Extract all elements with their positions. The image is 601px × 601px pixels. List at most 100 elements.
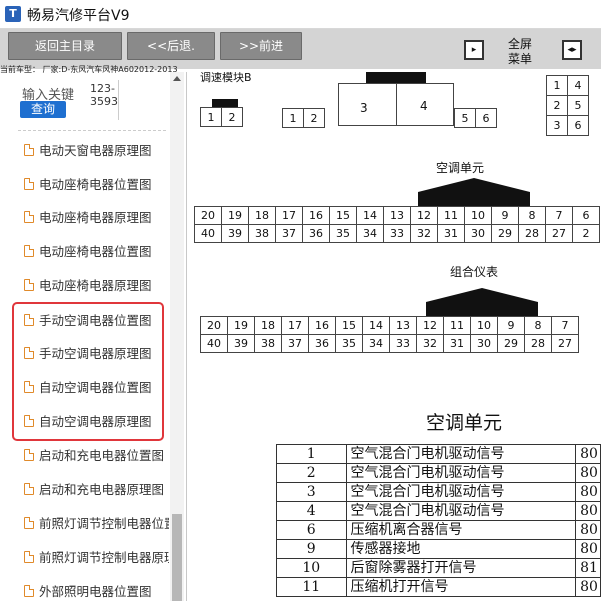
wire-code: 80 bbox=[575, 501, 601, 521]
code-list: 123- 3593 bbox=[90, 82, 118, 108]
pin-cell: 40 bbox=[194, 224, 222, 243]
pin-cell: 18 bbox=[254, 316, 282, 335]
pin-cell: 28 bbox=[518, 224, 546, 243]
pin-description: 压缩机打开信号 bbox=[345, 577, 577, 597]
pin-cell: 28 bbox=[524, 334, 552, 353]
pin-description: 压缩机离合器信号 bbox=[345, 520, 577, 540]
pin-description: 空气混合门电机驱动信号 bbox=[345, 444, 577, 464]
forward-button[interactable]: >>前进 bbox=[220, 32, 302, 60]
connector-small: 1 2 bbox=[200, 107, 243, 127]
sidebar-item[interactable]: 电动天窗电器原理图 bbox=[24, 142, 169, 160]
pin-cell: 7 bbox=[545, 206, 573, 225]
sidebar-item[interactable]: 前照灯调节控制电器原理图 bbox=[24, 549, 169, 567]
pin-description: 后窗除雾器打开信号 bbox=[345, 558, 577, 578]
pin-cell: 34 bbox=[362, 334, 390, 353]
divider bbox=[396, 83, 397, 126]
connector-left-pins: 1 2 bbox=[282, 108, 325, 128]
fullscreen-label: 全屏 bbox=[507, 37, 532, 51]
fullscreen-button[interactable]: ◂▸ bbox=[562, 40, 582, 60]
pin-number: 3 bbox=[276, 482, 347, 502]
pin-cell: 39 bbox=[221, 224, 249, 243]
sidebar-item-label: 电动座椅电器原理图 bbox=[39, 278, 152, 293]
wire-code: 80 bbox=[575, 577, 601, 597]
pin-cell: 17 bbox=[275, 206, 303, 225]
pin-number: 6 bbox=[276, 520, 347, 540]
connector-title: 空调单元 bbox=[436, 161, 485, 175]
title-bar: T 畅易汽修平台V9 bbox=[0, 0, 601, 29]
scroll-up-arrow-icon[interactable] bbox=[173, 76, 181, 81]
sidebar: 输入关键 查询 123- 3593 电动天窗电器原理图 电动座椅电器位置图 电动… bbox=[0, 72, 187, 601]
pin-label: 4 bbox=[420, 99, 428, 113]
pin-cell: 19 bbox=[221, 206, 249, 225]
table-row: 6 压缩机离合器信号 80 bbox=[276, 520, 601, 540]
connector-right-pins: 5 6 bbox=[454, 108, 497, 128]
table-row: 3 空气混合门电机驱动信号 80 bbox=[276, 482, 601, 502]
search-button[interactable]: 查询 bbox=[20, 101, 66, 118]
document-icon bbox=[24, 279, 34, 291]
pin-cell: 37 bbox=[281, 334, 309, 353]
sidebar-item-label: 电动座椅电器位置图 bbox=[39, 177, 152, 192]
pin-cell: 15 bbox=[329, 206, 357, 225]
pin-cell: 8 bbox=[524, 316, 552, 335]
pin-cell: 32 bbox=[416, 334, 444, 353]
table-title: 空调单元 bbox=[426, 412, 503, 434]
pin-cell: 35 bbox=[329, 224, 357, 243]
sidebar-item[interactable]: 电动座椅电器位置图 bbox=[24, 176, 169, 194]
document-icon bbox=[24, 245, 34, 257]
toolbar: 返回主目录 <<后退. >>前进 ▸ 全屏 菜单 ◂▸ bbox=[0, 29, 601, 69]
pin-cell: 14 bbox=[356, 206, 384, 225]
pin-cell: 29 bbox=[491, 224, 519, 243]
back-button[interactable]: <<后退. bbox=[127, 32, 215, 60]
wire-code: 80 bbox=[575, 539, 601, 559]
pin-cell: 10 bbox=[464, 206, 492, 225]
pin-cell: 32 bbox=[410, 224, 438, 243]
sidebar-item[interactable]: 前照灯调节控制电器位置图 bbox=[24, 515, 169, 533]
pin-label: 3 bbox=[360, 101, 368, 115]
pin-number: 2 bbox=[276, 463, 347, 483]
pin-cell: 18 bbox=[248, 206, 276, 225]
sidebar-item[interactable]: 启动和充电电器原理图 bbox=[24, 481, 169, 499]
document-viewer[interactable]: 调速模块B 1 2 3 4 1 2 5 6 14 25 36 空调单元 20 1… bbox=[190, 72, 601, 601]
pin-cell: 8 bbox=[518, 206, 546, 225]
sidebar-item[interactable]: 电动座椅电器位置图 bbox=[24, 243, 169, 261]
sidebar-item[interactable]: 电动座椅电器原理图 bbox=[24, 209, 169, 227]
sidebar-item-label: 电动天窗电器原理图 bbox=[39, 143, 152, 158]
highlight-box bbox=[12, 302, 164, 441]
collapse-panel-button[interactable]: ▸ bbox=[464, 40, 484, 60]
document-icon bbox=[24, 144, 34, 156]
pin-cell: 4 bbox=[567, 75, 589, 96]
pin-cell: 2 bbox=[303, 108, 325, 128]
table-row: 9 传感器接地 80 bbox=[276, 539, 601, 559]
pin-cell: 1 bbox=[282, 108, 304, 128]
pin-cell: 16 bbox=[308, 316, 336, 335]
code-line: 3593 bbox=[90, 95, 118, 108]
pin-cell: 9 bbox=[497, 316, 525, 335]
scrollbar-thumb[interactable] bbox=[172, 514, 182, 601]
sidebar-item[interactable]: 启动和充电电器位置图 bbox=[24, 447, 169, 465]
connector-latch bbox=[418, 178, 530, 207]
pin-cell: 36 bbox=[308, 334, 336, 353]
pin-description: 空气混合门电机驱动信号 bbox=[345, 501, 577, 521]
pin-cell: 6 bbox=[567, 115, 589, 136]
document-icon bbox=[24, 585, 34, 597]
sidebar-scrollbar[interactable] bbox=[170, 72, 184, 601]
fullscreen-menu-label: 全屏 菜单 bbox=[500, 37, 540, 67]
pin-number: 4 bbox=[276, 501, 347, 521]
pin-description: 空气混合门电机驱动信号 bbox=[345, 482, 577, 502]
sidebar-item[interactable]: 外部照明电器位置图 bbox=[24, 583, 169, 601]
pin-cell: 13 bbox=[389, 316, 417, 335]
expand-icon: ◂▸ bbox=[567, 45, 577, 55]
pin-number: 10 bbox=[276, 558, 347, 578]
document-icon bbox=[24, 178, 34, 190]
code-line: 123- bbox=[90, 82, 115, 95]
sidebar-item[interactable]: 电动座椅电器原理图 bbox=[24, 277, 169, 295]
sidebar-item-label: 电动座椅电器原理图 bbox=[39, 210, 152, 225]
pin-cell: 3 bbox=[546, 115, 568, 136]
pin-cell: 33 bbox=[389, 334, 417, 353]
table-row: 1 空气混合门电机驱动信号 80 bbox=[276, 444, 601, 464]
home-button[interactable]: 返回主目录 bbox=[8, 32, 122, 60]
connector-title: 组合仪表 bbox=[450, 265, 499, 279]
app-logo-icon: T bbox=[5, 6, 21, 22]
pin-cell: 6 bbox=[475, 108, 497, 128]
pin-cell: 15 bbox=[335, 316, 363, 335]
